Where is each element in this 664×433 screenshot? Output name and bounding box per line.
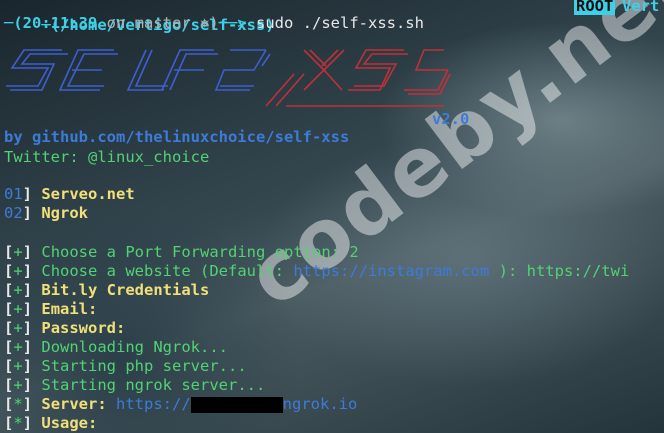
prompt-command-line: ─(20:11:39 on master ⎈)──> sudo ./self-x… bbox=[4, 14, 424, 32]
log-line: [+] Bit.ly Credentials bbox=[4, 281, 210, 299]
github-credit: by github.com/thelinuxchoice/self-xss bbox=[4, 128, 350, 146]
root-badge: ROOT bbox=[574, 0, 616, 15]
log-line: [*] Usage: bbox=[4, 414, 98, 432]
redacted-block bbox=[190, 396, 283, 413]
log-line: [+] Starting php server... bbox=[4, 357, 247, 375]
prompt-command: sudo ./self-xss.sh bbox=[256, 14, 424, 32]
self-xss-logo bbox=[6, 49, 451, 107]
prompt-time: (20:11:39 bbox=[13, 14, 98, 32]
log-line: [+] Choose a Port Forwarding option: 2 bbox=[4, 243, 359, 261]
log-line: [+] Choose a website (Default: https://i… bbox=[4, 262, 630, 280]
option-item: 02] Ngrok bbox=[4, 204, 89, 222]
terminal-window[interactable]: ─(/home/Vertigo/self-xss) ROOT Vert ─(20… bbox=[0, 0, 664, 433]
log-line: [*] Server: https://ngrok.io bbox=[4, 395, 358, 413]
prompt-branch: on master bbox=[97, 14, 200, 32]
log-line: [+] Email: bbox=[4, 300, 98, 318]
prompt-arrow: ──> bbox=[218, 14, 256, 32]
twitter-credit: Twitter: @linux_choice bbox=[4, 148, 210, 166]
version-label: v2.0 bbox=[432, 110, 470, 128]
log-line: [+] Password: bbox=[4, 319, 126, 337]
log-line: [+] Downloading Ngrok... bbox=[4, 338, 228, 356]
branch-icon: ⎈) bbox=[200, 14, 219, 32]
user-label: Vert bbox=[622, 0, 660, 15]
log-line: [+] Starting ngrok server... bbox=[4, 376, 266, 394]
option-item: 01] Serveo.net bbox=[4, 185, 135, 203]
